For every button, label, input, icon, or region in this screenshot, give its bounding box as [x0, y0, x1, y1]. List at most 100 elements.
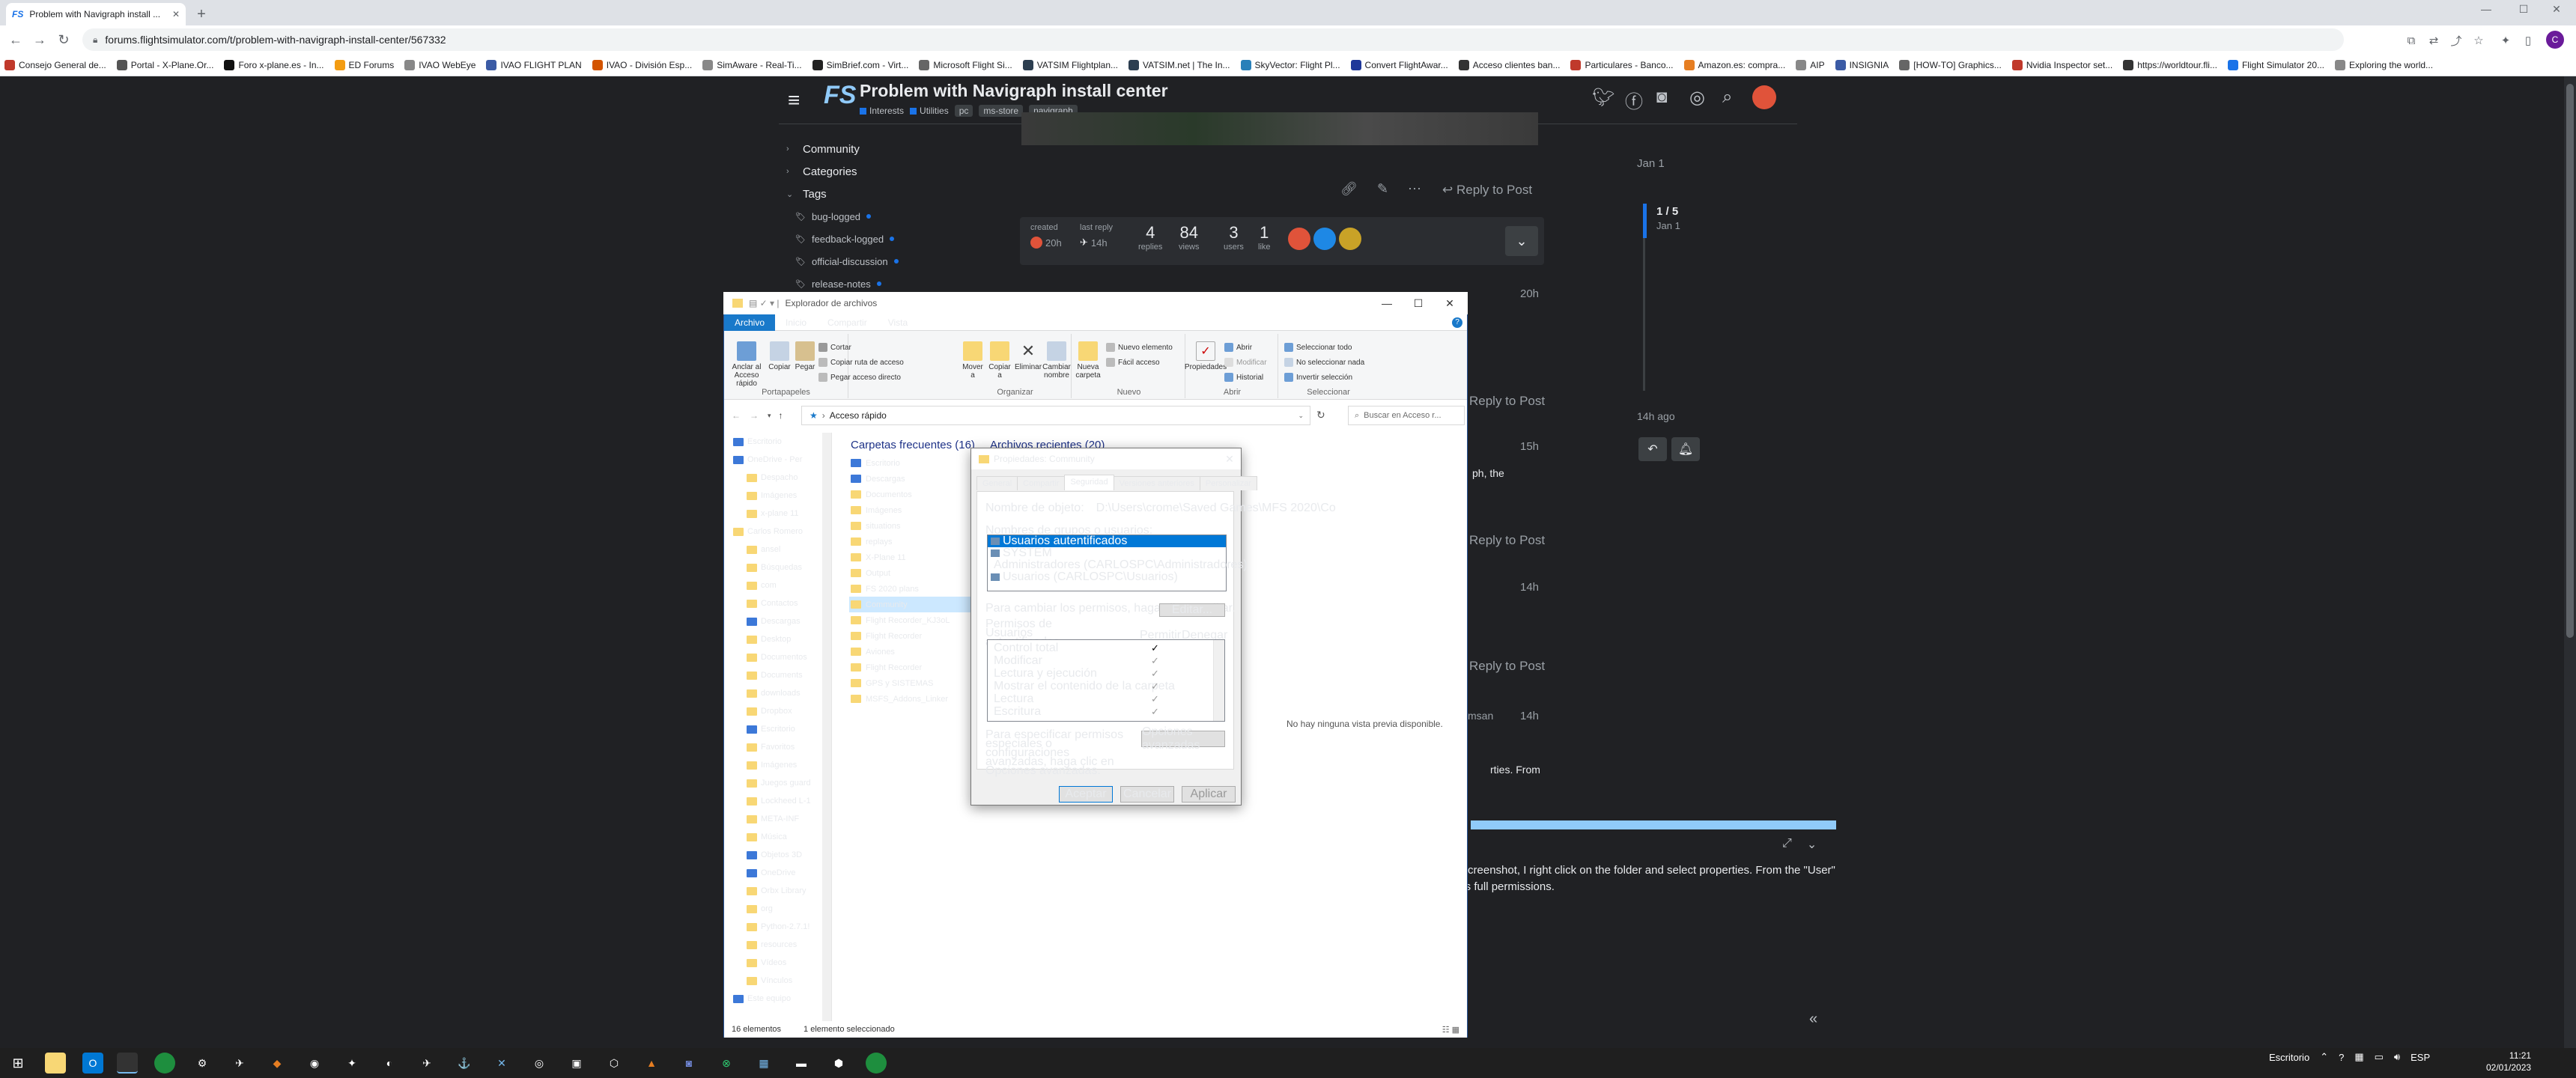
flight-simulator-logo[interactable]: FS [824, 81, 856, 110]
chevron-up-icon[interactable]: ⌃ [2320, 1051, 2328, 1063]
tab-inicio[interactable]: Inicio [775, 315, 817, 330]
search-icon[interactable]: ⌕ [1722, 87, 1732, 108]
expand-topic-map-button[interactable]: ⌄ [1505, 226, 1538, 256]
app-taskbar-icon[interactable]: ✦ [341, 1053, 362, 1074]
explorer-close-button[interactable]: ✕ [1435, 293, 1465, 313]
list-item[interactable]: Community [849, 597, 984, 612]
bookmark[interactable]: Microsoft Flight Si... [919, 59, 1012, 70]
link-icon[interactable]: 🔗︎ [1340, 181, 1358, 197]
tree-item[interactable]: Dropbox [724, 702, 831, 720]
copy-path-button[interactable]: Copiar ruta de acceso [818, 358, 904, 367]
list-item[interactable]: Descargas [849, 471, 984, 487]
list-item[interactable]: GPS y SISTEMAS [849, 675, 984, 691]
sidebar-section-community[interactable]: › Community [786, 138, 959, 160]
open-button[interactable]: Abrir [1224, 343, 1252, 352]
bookmark[interactable]: Particulares - Banco... [1570, 59, 1674, 70]
volume-icon[interactable]: 🔊︎ [2394, 1051, 2400, 1063]
recent-locations-icon[interactable]: ▾ [768, 412, 771, 420]
delete-button[interactable]: ✕ Eliminar [1013, 341, 1043, 371]
dialog-tab[interactable]: Compartir [1017, 476, 1066, 490]
cut-button[interactable]: Cortar [818, 343, 851, 352]
fullscreen-icon[interactable]: ⤢ [1782, 837, 1792, 852]
tree-item[interactable]: Vídeos [724, 954, 831, 972]
app-taskbar-icon[interactable]: ◐ [379, 1053, 400, 1074]
tree-item[interactable]: Desktop [724, 630, 831, 648]
bookmark[interactable]: [HOW-TO] Graphics... [1899, 59, 2002, 70]
advanced-options-button[interactable]: Opciones avanzadas [1141, 725, 1225, 752]
participant-avatar[interactable] [1339, 228, 1361, 250]
bookmark[interactable]: Portal - X-Plane.Or... [116, 59, 213, 70]
tree-item[interactable]: Orbx Library [724, 882, 831, 900]
bookmark-star-icon[interactable]: ☆ [2470, 31, 2488, 49]
tree-item[interactable]: com [724, 576, 831, 594]
tree-item[interactable]: Carlos Romero [724, 523, 831, 540]
new-item-button[interactable]: Nuevo elemento [1106, 343, 1173, 352]
explorer-search-box[interactable]: ⌕ Buscar en Acceso r... [1348, 406, 1465, 425]
path-dropdown-icon[interactable]: ⌄ [1298, 412, 1304, 420]
bookmark[interactable]: IVAO - División Esp... [592, 59, 692, 70]
timeline-start-date[interactable]: Jan 1 [1637, 157, 1832, 170]
bookmark[interactable]: INSIGNIA [1835, 59, 1889, 70]
network-icon[interactable]: ▦ [2354, 1051, 2363, 1063]
app-taskbar-icon[interactable]: ◉ [304, 1053, 325, 1074]
tree-item[interactable]: Escritorio [724, 720, 831, 738]
paste-button[interactable]: Pegar [792, 341, 818, 371]
app-taskbar-icon[interactable]: ✈ [229, 1053, 250, 1074]
close-window-button[interactable]: ✕ [2542, 3, 2572, 16]
tree-item[interactable]: Lockheed L-1 [724, 792, 831, 810]
copy-to-button[interactable]: Copiar a [986, 341, 1013, 380]
bookmark[interactable]: Consejo General de... [4, 59, 106, 70]
app-taskbar-icon[interactable]: ▬ [791, 1053, 812, 1074]
tree-item[interactable]: Imágenes [724, 756, 831, 774]
list-item[interactable]: Flight Recorder [849, 660, 984, 675]
dialog-tab[interactable]: Seguridad [1064, 475, 1114, 490]
close-tab-icon[interactable]: ✕ [172, 9, 180, 19]
participant-avatar[interactable] [1288, 228, 1310, 250]
address-bar[interactable]: 🔒︎ forums.flightsimulator.com/t/problem-… [82, 28, 2344, 51]
dialog-tab[interactable]: General [976, 476, 1018, 490]
list-item[interactable]: situations [849, 518, 984, 534]
bookmark[interactable]: Acceso clientes ban... [1458, 59, 1560, 70]
bookmark[interactable]: IVAO FLIGHT PLAN [486, 59, 582, 70]
windows-start-icon[interactable]: ⊞ [7, 1053, 28, 1074]
reply-button[interactable]: Reply to Post [1469, 659, 1545, 674]
bookmark[interactable]: AIP [1796, 59, 1825, 70]
help-tray-icon[interactable]: ? [2339, 1052, 2344, 1063]
sidebar-tag[interactable]: 🏷︎ feedback-logged [786, 228, 959, 250]
bookmark[interactable]: SimAware - Real-Ti... [702, 59, 802, 70]
ok-button[interactable]: Aceptar [1059, 786, 1113, 803]
system-clock[interactable]: 11:21 02/01/2023 [2486, 1050, 2531, 1074]
frequent-folders-header[interactable]: Carpetas frecuentes (16) [851, 439, 975, 451]
refresh-icon[interactable]: ↻ [1316, 409, 1325, 421]
tree-item[interactable]: Este equipo [724, 990, 831, 1008]
new-tab-button[interactable]: + [192, 4, 211, 24]
translate-icon[interactable]: ⇄ [2425, 31, 2443, 49]
explorer-maximize-button[interactable]: ☐ [1403, 293, 1433, 313]
tree-item[interactable]: Descargas [724, 612, 831, 630]
dialog-tab[interactable]: Personalizar [1199, 476, 1258, 490]
post-author[interactable]: msan [1468, 710, 1493, 722]
nav-up-icon[interactable]: ↑ [779, 410, 783, 421]
xbox-taskbar-icon[interactable]: ⊗ [716, 1053, 737, 1074]
timeline-handle[interactable] [1643, 204, 1647, 238]
share-icon[interactable]: ⤴ [2447, 31, 2465, 49]
tree-item[interactable]: Contactos [724, 594, 831, 612]
bookmark[interactable]: IVAO WebEye [404, 59, 476, 70]
permissions-scrollbar[interactable] [1213, 640, 1224, 721]
list-item[interactable]: Output [849, 565, 984, 581]
nav-back-icon[interactable]: ← [732, 410, 741, 421]
select-none-button[interactable]: No seleccionar nada [1284, 358, 1364, 367]
facebook-icon[interactable]: ⓕ [1625, 87, 1643, 113]
list-item[interactable]: Aviones [849, 644, 984, 660]
category-link[interactable]: Utilities [910, 105, 949, 117]
twitter-icon[interactable]: 🐦︎ [1592, 87, 1614, 109]
easy-access-button[interactable]: Fácil acceso [1106, 358, 1160, 367]
apply-button[interactable]: Aplicar [1182, 786, 1236, 803]
group-list-item[interactable]: SYSTEM [988, 546, 1226, 559]
explorer-active-taskbar-icon[interactable] [117, 1053, 138, 1074]
bookmark[interactable]: VATSIM Flightplan... [1022, 59, 1118, 70]
instagram-icon[interactable]: ◎ [1689, 87, 1705, 109]
app-taskbar-icon[interactable]: ▲ [641, 1053, 662, 1074]
tree-item[interactable]: META-INF [724, 810, 831, 828]
maximize-window-button[interactable]: ☐ [2509, 3, 2539, 16]
